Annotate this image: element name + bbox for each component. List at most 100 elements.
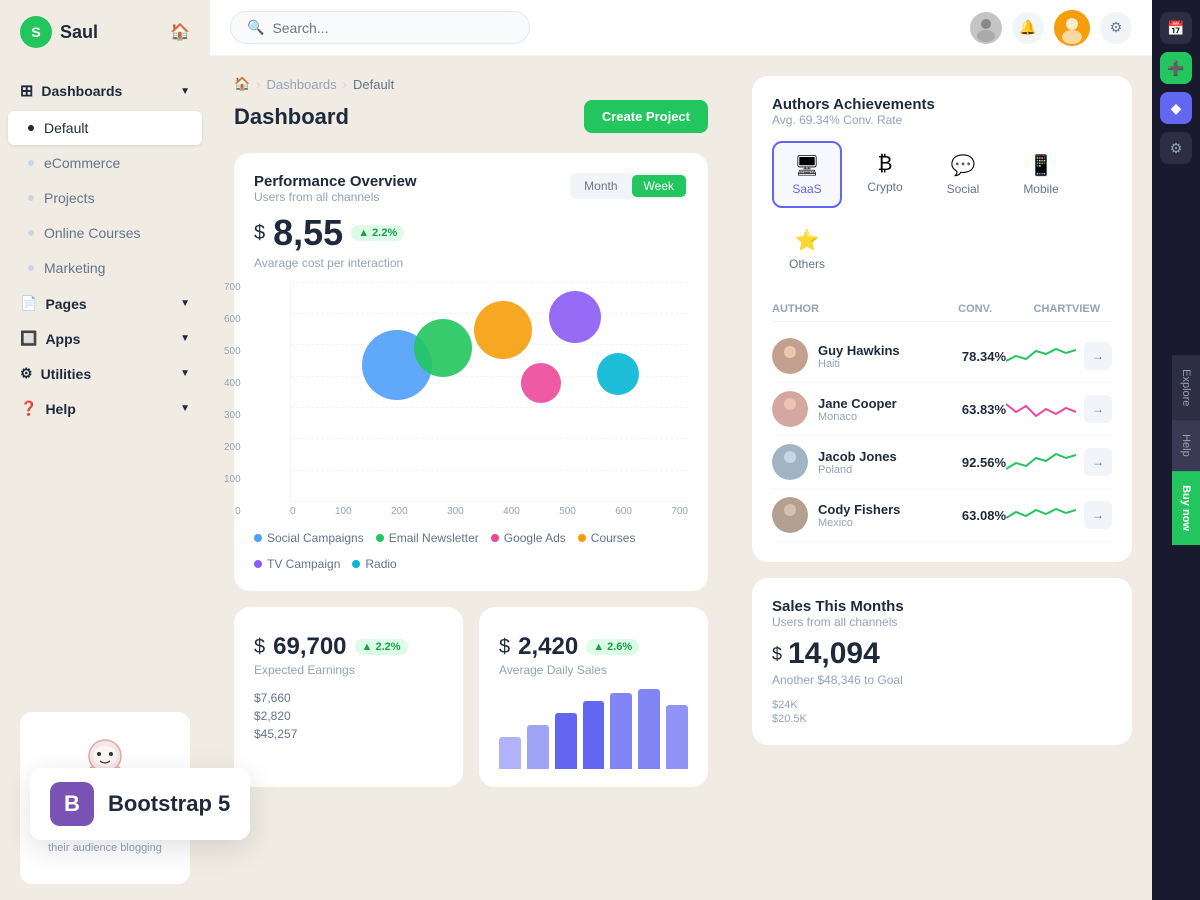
notifications-icon[interactable]: 🔔 xyxy=(1012,12,1044,44)
bootstrap-label: Bootstrap 5 xyxy=(108,791,230,817)
saas-icon: 🖥 xyxy=(794,153,819,178)
create-project-button[interactable]: Create Project xyxy=(584,100,708,133)
legend-google-ads: Google Ads xyxy=(491,531,566,545)
sidebar-item-ecommerce[interactable]: eCommerce xyxy=(8,146,202,180)
author-location-jacob: Poland xyxy=(818,464,936,476)
crypto-icon: ₿ xyxy=(878,153,893,176)
sales-goal: Another $48,346 to Goal xyxy=(772,673,1112,687)
author-location-guy: Haiti xyxy=(818,358,936,370)
breadcrumb-dashboards[interactable]: Dashboards xyxy=(267,77,337,92)
cat-tab-social[interactable]: 💬 Social xyxy=(928,141,998,208)
y-axis-labels: 700 600 500 400 300 200 100 0 xyxy=(224,282,241,517)
cat-tab-crypto[interactable]: ₿ Crypto xyxy=(850,141,920,208)
page-title: Dashboard xyxy=(234,104,349,130)
view-btn-jacob[interactable]: → xyxy=(1084,448,1112,476)
earnings-badge: ▲ 2.2% xyxy=(355,639,408,655)
legend-social: Social Campaigns xyxy=(254,531,364,545)
search-box[interactable]: 🔍 xyxy=(230,11,530,44)
grid-line xyxy=(291,470,688,471)
sidebar-item-projects[interactable]: Projects xyxy=(8,181,202,215)
chart-legend: Social Campaigns Email Newsletter Google… xyxy=(254,531,688,571)
dark-add-icon[interactable]: ➕ xyxy=(1160,52,1192,84)
category-tabs: 🖥 SaaS ₿ Crypto 💬 Social 📱 Mobile xyxy=(772,141,1112,283)
bar-3 xyxy=(555,713,577,769)
legend-dot xyxy=(352,560,360,568)
legend-dot xyxy=(254,534,262,542)
sparkline-jacob xyxy=(1006,447,1076,477)
cat-tab-others[interactable]: ⭐ Others xyxy=(772,216,842,283)
topbar-avatar-sm[interactable] xyxy=(970,12,1002,44)
help-button[interactable]: Help xyxy=(1172,420,1200,471)
sidebar-emoji: 🏠 xyxy=(170,22,190,42)
sidebar-item-pages[interactable]: 📄 Pages ▼ xyxy=(0,286,210,321)
sidebar-item-apps[interactable]: 🔲 Apps ▼ xyxy=(0,321,210,356)
stats-row: $ 69,700 ▲ 2.2% Expected Earnings $7,660… xyxy=(234,607,708,787)
sidebar-item-online-courses[interactable]: Online Courses xyxy=(8,216,202,250)
app-logo: S xyxy=(20,16,52,48)
mini-bar-chart xyxy=(499,689,688,769)
avatar-guy xyxy=(772,338,808,374)
author-location-jane: Monaco xyxy=(818,411,936,423)
conv-guy: 78.34% xyxy=(936,349,1006,364)
th-author: AUTHOR xyxy=(772,303,922,315)
cat-tab-saas[interactable]: 🖥 SaaS xyxy=(772,141,842,208)
dashboard-main: 🏠 › Dashboards › Default Dashboard Creat… xyxy=(210,56,732,900)
toggle-group: Month Week xyxy=(570,173,688,199)
bar-6 xyxy=(638,689,660,769)
search-input[interactable] xyxy=(272,20,513,36)
bubble-ads xyxy=(474,301,532,359)
toggle-week[interactable]: Week xyxy=(632,175,686,197)
grid-line xyxy=(291,407,688,408)
grid-line xyxy=(291,282,688,283)
sparkline-jane xyxy=(1006,394,1076,424)
nav-dot xyxy=(28,195,34,201)
performance-title: Performance Overview xyxy=(254,173,417,190)
main-area: 🔍 🔔 ⚙ 🏠 › Dashboards › Default xyxy=(210,0,1152,900)
bar-4 xyxy=(583,701,605,769)
breadcrumb-current: Default xyxy=(353,77,394,92)
bootstrap-icon: B xyxy=(50,782,94,826)
author-name-cody: Cody Fishers xyxy=(818,502,936,517)
avg-label: Avarage cost per interaction xyxy=(254,256,688,270)
view-btn-jane[interactable]: → xyxy=(1084,395,1112,423)
breadcrumb: 🏠 › Dashboards › Default xyxy=(234,76,708,92)
sparkline-cody xyxy=(1006,500,1076,530)
authors-title: Authors Achievements xyxy=(772,96,935,113)
cat-label-mobile: Mobile xyxy=(1023,182,1058,196)
performance-card: Performance Overview Users from all chan… xyxy=(234,153,708,591)
author-name-jacob: Jacob Jones xyxy=(818,449,936,464)
authors-card: Authors Achievements Avg. 69.34% Conv. R… xyxy=(752,76,1132,562)
legend-courses: Courses xyxy=(578,531,636,545)
cat-tab-mobile[interactable]: 📱 Mobile xyxy=(1006,141,1076,208)
app-name: Saul xyxy=(60,22,98,43)
legend-dot xyxy=(491,534,499,542)
dark-settings-icon[interactable]: ⚙ xyxy=(1160,132,1192,164)
settings-icon[interactable]: ⚙ xyxy=(1100,12,1132,44)
sidebar-item-help[interactable]: ❓ Help ▼ xyxy=(0,391,210,426)
sidebar-item-default[interactable]: Default xyxy=(8,111,202,145)
earnings-card: $ 69,700 ▲ 2.2% Expected Earnings $7,660… xyxy=(234,607,463,787)
sales-y-labels: $24K $20.5K xyxy=(772,699,1112,725)
toggle-month[interactable]: Month xyxy=(572,175,629,197)
dark-diamond-icon[interactable]: ◆ xyxy=(1160,92,1192,124)
explore-button[interactable]: Explore xyxy=(1172,355,1200,420)
author-row-guy: Guy Hawkins Haiti 78.34% → xyxy=(772,330,1112,383)
bubble-chart xyxy=(290,282,688,502)
buy-now-button[interactable]: Buy now xyxy=(1172,471,1200,545)
dark-calendar-icon[interactable]: 📅 xyxy=(1160,12,1192,44)
bar-2 xyxy=(527,725,549,769)
sidebar-nav: ⊞ Dashboards ▼ Default eCommerce Project… xyxy=(0,64,210,696)
conv-jacob: 92.56% xyxy=(936,455,1006,470)
sidebar-item-dashboards[interactable]: ⊞ Dashboards ▼ xyxy=(0,72,210,110)
cat-label-saas: SaaS xyxy=(792,182,821,196)
avatar-jacob xyxy=(772,444,808,480)
sidebar-item-marketing[interactable]: Marketing xyxy=(8,251,202,285)
th-conv: CONV. xyxy=(922,303,992,315)
sidebar-item-utilities[interactable]: ⚙ Utilities ▼ xyxy=(0,356,210,391)
view-btn-guy[interactable]: → xyxy=(1084,342,1112,370)
chevron-down-icon: ▼ xyxy=(180,333,190,344)
page-title-row: Dashboard Create Project xyxy=(234,100,708,133)
view-btn-cody[interactable]: → xyxy=(1084,501,1112,529)
user-avatar[interactable] xyxy=(1054,10,1090,46)
social-icon: 💬 xyxy=(951,153,976,178)
